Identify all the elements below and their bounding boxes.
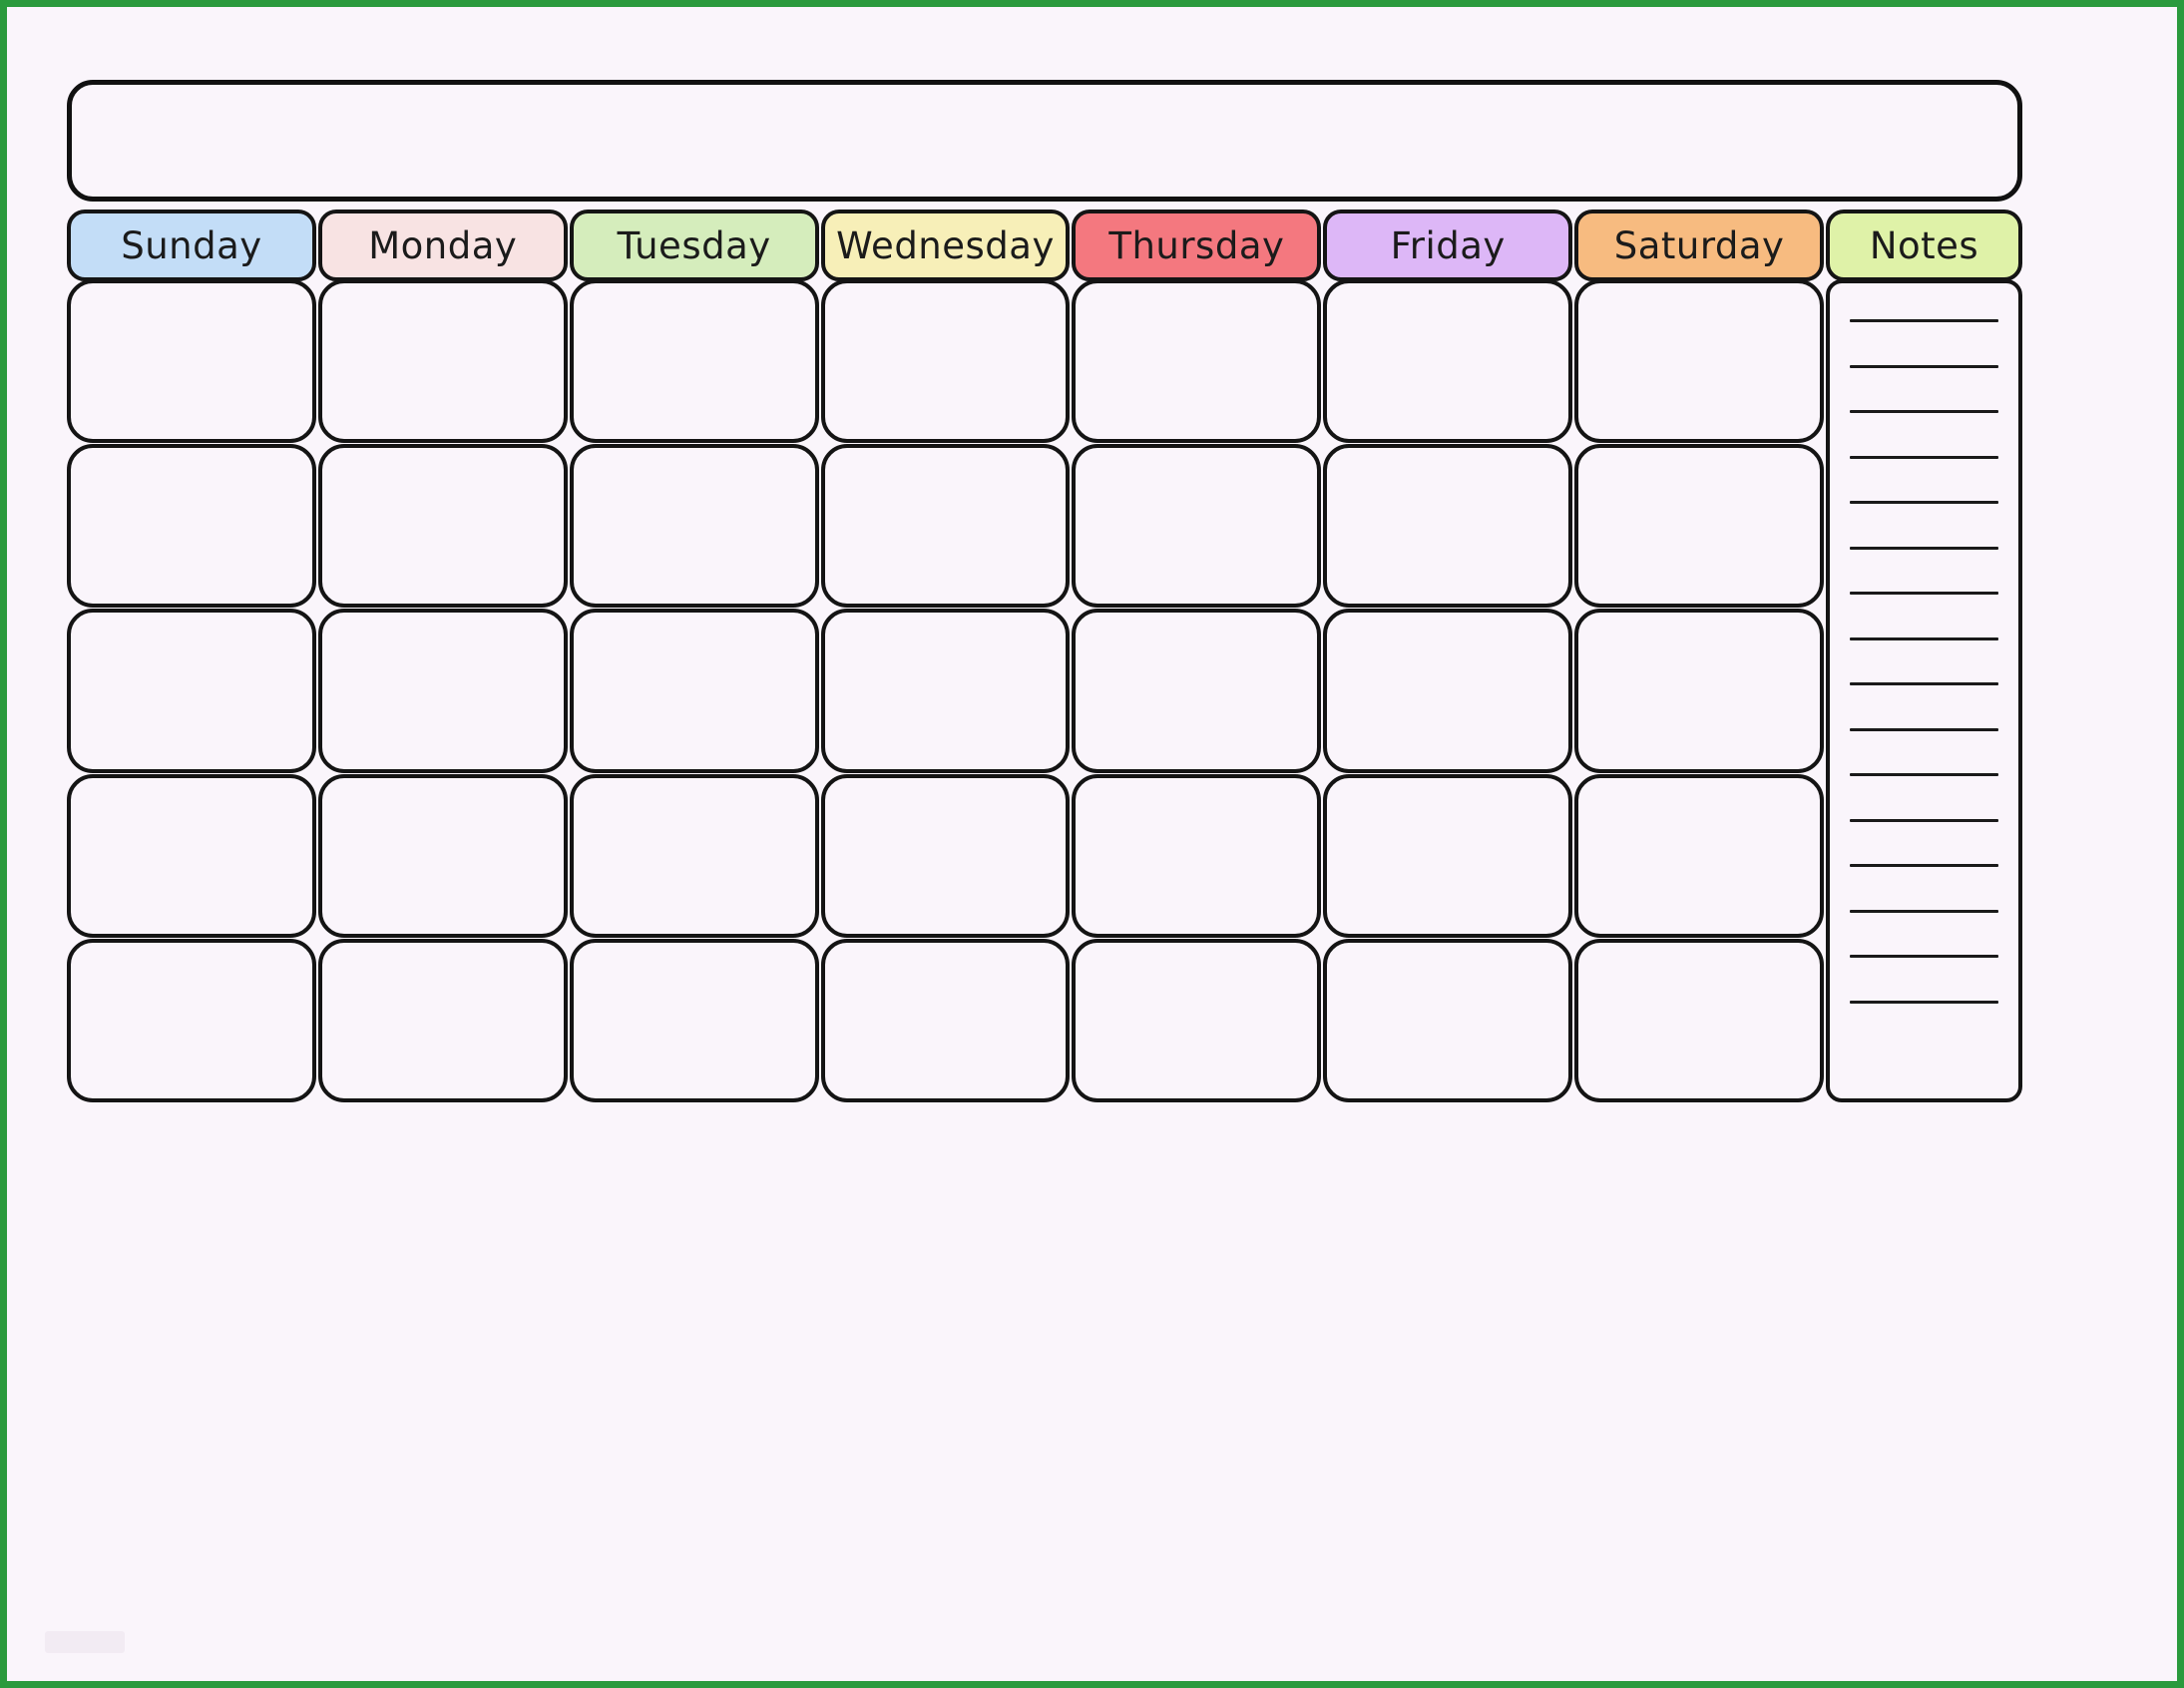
notes-line[interactable] [1850,501,1999,504]
day-cell[interactable] [1323,938,1573,1103]
day-header-wednesday[interactable]: Wednesday [820,210,1071,281]
day-cell[interactable] [1574,444,1825,609]
day-cell[interactable] [1323,609,1573,773]
notes-column[interactable] [1826,279,2023,1102]
day-cell[interactable] [569,609,819,773]
notes-line[interactable] [1850,636,1999,640]
day-column-friday [1323,279,1573,1103]
notes-header[interactable]: Notes [1826,210,2023,281]
day-cell[interactable] [1323,773,1573,938]
day-column-tuesday [569,279,819,1103]
day-header-monday[interactable]: Monday [317,210,568,281]
day-cell[interactable] [1574,609,1825,773]
notes-line[interactable] [1850,410,1999,413]
day-cell[interactable] [67,938,316,1103]
day-column-wednesday [820,279,1071,1103]
notes-line[interactable] [1850,319,1999,322]
day-cell[interactable] [1323,279,1573,444]
day-cell[interactable] [67,773,316,938]
day-cell[interactable] [67,609,316,773]
day-column-sunday [67,279,316,1103]
day-header-saturday[interactable]: Saturday [1574,210,1825,281]
day-cell[interactable] [820,938,1071,1103]
day-cell[interactable] [1072,279,1322,444]
day-cell[interactable] [569,279,819,444]
notes-line[interactable] [1850,955,1999,958]
day-cell[interactable] [1574,279,1825,444]
day-cell[interactable] [317,773,568,938]
day-cell[interactable] [569,444,819,609]
notes-line[interactable] [1850,682,1999,685]
weekday-header-row: Sunday Monday Tuesday Wednesday Thursday… [67,210,2023,281]
day-cell[interactable] [820,609,1071,773]
day-cell[interactable] [317,609,568,773]
day-cell[interactable] [569,773,819,938]
day-column-thursday [1072,279,1322,1103]
day-cell[interactable] [1072,938,1322,1103]
day-cell[interactable] [67,279,316,444]
day-cell[interactable] [1072,609,1322,773]
notes-line[interactable] [1850,1000,1999,1004]
day-column-monday [317,279,568,1103]
day-cell[interactable] [317,444,568,609]
day-cell[interactable] [317,938,568,1103]
notes-line[interactable] [1850,364,1999,368]
day-header-label: Monday [368,223,518,267]
day-cell[interactable] [820,444,1071,609]
watermark-artifact [45,1631,125,1653]
day-column-saturday [1574,279,1825,1103]
notes-line[interactable] [1850,818,1999,822]
day-cell[interactable] [1574,938,1825,1103]
day-cell[interactable] [820,279,1071,444]
day-header-label: Saturday [1613,223,1785,267]
day-cell[interactable] [1072,773,1322,938]
notes-line[interactable] [1850,773,1999,776]
page-frame: Sunday Monday Tuesday Wednesday Thursday… [0,0,2184,1688]
day-cell[interactable] [569,938,819,1103]
day-header-thursday[interactable]: Thursday [1072,210,1322,281]
notes-line[interactable] [1850,909,1999,913]
calendar-sheet: Sunday Monday Tuesday Wednesday Thursday… [55,80,2094,1103]
day-cell[interactable] [317,279,568,444]
day-cell[interactable] [1072,444,1322,609]
day-header-label: Friday [1390,223,1506,267]
day-cell[interactable] [820,773,1071,938]
day-header-label: Sunday [121,223,262,267]
notes-line[interactable] [1850,546,1999,550]
notes-line[interactable] [1850,455,1999,459]
notes-line[interactable] [1850,727,1999,731]
calendar-grid [67,279,2023,1103]
day-header-sunday[interactable]: Sunday [67,210,316,281]
day-cell[interactable] [1323,444,1573,609]
day-header-friday[interactable]: Friday [1323,210,1573,281]
day-header-label: Thursday [1108,223,1285,267]
day-cell[interactable] [1574,773,1825,938]
notes-line[interactable] [1850,592,1999,595]
day-cell[interactable] [67,444,316,609]
day-header-tuesday[interactable]: Tuesday [569,210,819,281]
notes-header-label: Notes [1869,223,1979,267]
notes-line[interactable] [1850,864,1999,867]
day-header-label: Wednesday [836,223,1055,267]
day-header-label: Tuesday [617,223,771,267]
month-title-bar[interactable] [67,80,2022,202]
